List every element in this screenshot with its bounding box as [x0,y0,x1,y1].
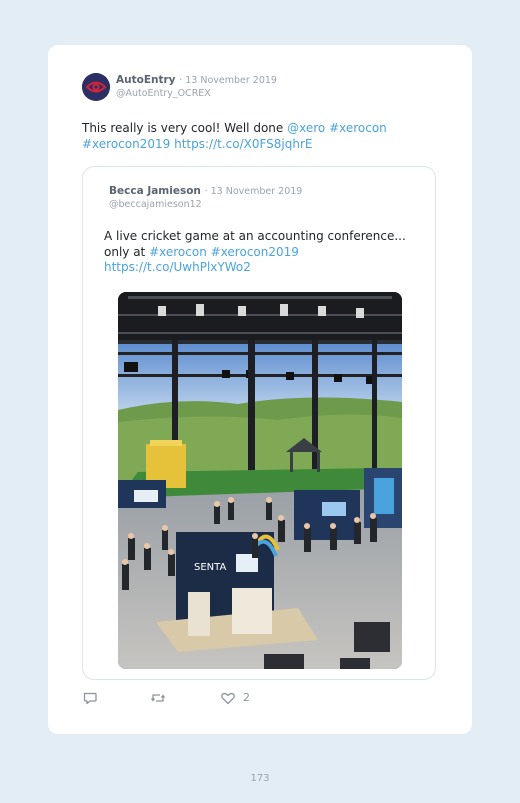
conference-photo[interactable]: SENTA [118,292,402,669]
hashtag-link[interactable]: #xerocon [329,121,387,135]
autoentry-avatar[interactable] [82,73,110,101]
tweet-text-plain: This really is very cool! Well done [82,121,288,135]
page-number: 173 [250,773,270,784]
eye-logo-icon [82,73,110,101]
quoted-tweet-text: A live cricket game at an accounting con… [104,229,414,276]
author-name[interactable]: AutoEntry · 13 November 2019 [116,74,277,86]
author-handle[interactable]: @AutoEntry_OCREX [116,88,211,99]
quoted-author-name-text[interactable]: Becca Jamieson [109,185,201,197]
mention-link[interactable]: @xero [287,121,325,135]
tweet-card: AutoEntry · 13 November 2019 @AutoEntry_… [48,45,472,734]
like-button[interactable] [220,690,236,710]
heart-icon [221,692,235,705]
quoted-tweet-date: · 13 November 2019 [204,186,303,197]
retweet-icon [150,694,166,702]
url-link[interactable]: https://t.co/X0FS8jqhrE [174,137,312,151]
hashtag-link[interactable]: #xerocon2019 [211,245,299,259]
tweet-text: This really is very cool! Well done @xer… [82,120,412,152]
hashtag-link[interactable]: #xerocon2019 [82,137,170,151]
author-name-text[interactable]: AutoEntry [116,74,176,86]
tweet-date: · 13 November 2019 [179,75,277,86]
quoted-tweet[interactable]: Becca Jamieson · 13 November 2019 @becca… [82,166,436,680]
reply-button[interactable] [82,690,98,710]
cricket-conference-image: SENTA [118,292,402,669]
reply-icon [83,692,97,705]
quoted-text-only-at: only at [104,244,150,259]
tweet-actions: 2 [82,690,382,710]
retweet-button[interactable] [150,690,166,710]
hashtag-link[interactable]: #xerocon [149,245,207,259]
like-count: 2 [243,691,250,704]
booth-sign-text: SENTA [194,562,226,573]
quoted-author-handle[interactable]: @beccajamieson12 [109,199,202,210]
quoted-author-name[interactable]: Becca Jamieson · 13 November 2019 [109,185,302,197]
url-link[interactable]: https://t.co/UwhPlxYWo2 [104,260,251,274]
quoted-text-line1: A live cricket game at an accounting con… [104,229,406,243]
